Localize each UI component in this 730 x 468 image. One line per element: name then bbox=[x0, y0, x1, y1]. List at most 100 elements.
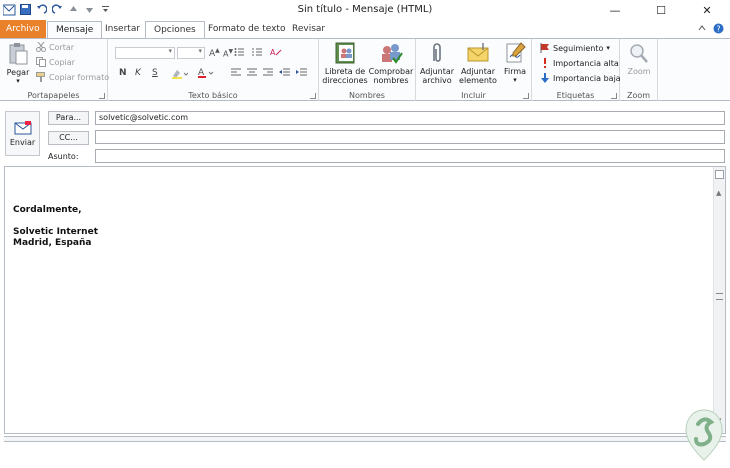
copy-icon bbox=[36, 57, 46, 67]
shrink-font-icon[interactable]: A▼ bbox=[223, 48, 233, 59]
message-body[interactable]: Cordalmente, Solvetic Internet Madrid, E… bbox=[4, 166, 726, 434]
help-icon[interactable]: ? bbox=[713, 23, 724, 37]
underline-button[interactable]: S bbox=[152, 68, 158, 78]
paste-dropdown-icon[interactable]: ▾ bbox=[4, 77, 32, 86]
check-names-icon bbox=[379, 41, 403, 65]
svg-text:A: A bbox=[270, 48, 276, 57]
bottom-splitter[interactable] bbox=[4, 436, 726, 442]
font-name-dropdown-icon: ▾ bbox=[168, 47, 172, 55]
ribbon-tabs: Archivo Mensaje Insertar Opciones Format… bbox=[0, 20, 730, 39]
group-label-incluir: Incluir bbox=[461, 91, 486, 100]
tab-mensaje[interactable]: Mensaje bbox=[47, 21, 103, 39]
italic-button[interactable]: K bbox=[135, 68, 141, 78]
attach-file-button[interactable]: Adjuntar archivo bbox=[419, 41, 455, 85]
align-left-icon[interactable] bbox=[231, 68, 241, 80]
attach-item-button[interactable]: Adjuntar elemento bbox=[456, 41, 500, 85]
zoom-label: Zoom bbox=[627, 67, 651, 76]
font-dialog-launcher-icon[interactable] bbox=[310, 93, 316, 99]
group-portapapeles: Pegar ▾ Cortar Copiar Copiar formato Por… bbox=[0, 39, 109, 101]
scroll-thumb[interactable] bbox=[716, 293, 723, 300]
signature-icon bbox=[503, 41, 527, 65]
group-label-zoom: Zoom bbox=[626, 91, 651, 100]
cut-button[interactable]: Cortar bbox=[36, 41, 74, 52]
grow-font-icon[interactable]: A▲ bbox=[209, 47, 220, 59]
tab-formato-de-texto[interactable]: Formato de texto bbox=[200, 21, 293, 39]
minimize-ribbon-icon[interactable] bbox=[697, 23, 707, 37]
font-color-icon[interactable]: A bbox=[198, 67, 214, 82]
follow-up-button[interactable]: Seguimiento ▾ bbox=[540, 43, 610, 53]
low-importance-button[interactable]: Importancia baja bbox=[540, 73, 621, 83]
include-dialog-launcher-icon[interactable] bbox=[523, 93, 529, 99]
group-texto-basico: ▾ ▾ A▲ A▼ A N K S A Texto básico bbox=[108, 39, 319, 101]
send-label: Enviar bbox=[9, 138, 36, 147]
group-label-portapapeles: Portapapeles bbox=[27, 91, 80, 100]
tab-archivo[interactable]: Archivo bbox=[0, 20, 46, 39]
copy-button[interactable]: Copiar bbox=[36, 57, 75, 67]
format-painter-label: Copiar formato bbox=[49, 72, 110, 82]
paste-button[interactable]: Pegar ▾ bbox=[4, 42, 32, 86]
ribbon-right-controls: ? bbox=[697, 23, 724, 37]
group-label-nombres: Nombres bbox=[349, 91, 385, 100]
maximize-button[interactable]: ☐ bbox=[638, 0, 684, 20]
cc-button[interactable]: CC... bbox=[48, 131, 89, 145]
zoom-button[interactable]: Zoom bbox=[622, 41, 656, 76]
to-field[interactable]: solvetic@solvetic.com bbox=[95, 111, 725, 125]
message-header: Enviar Para... CC... Asunto: solvetic@so… bbox=[0, 102, 730, 164]
bold-button[interactable]: N bbox=[119, 68, 127, 78]
body-line: Madrid, España bbox=[13, 238, 92, 248]
font-size-select[interactable]: ▾ bbox=[177, 47, 205, 59]
envelope-attach-icon bbox=[466, 41, 490, 65]
bullets-icon[interactable] bbox=[234, 47, 245, 60]
format-painter-icon bbox=[36, 72, 46, 82]
send-button[interactable]: Enviar bbox=[5, 111, 40, 156]
window-controls: — ☐ ✕ bbox=[592, 0, 730, 20]
body-line: Solvetic Internet bbox=[13, 227, 98, 237]
numbering-icon[interactable] bbox=[252, 47, 263, 60]
title-bar: Sin título - Mensaje (HTML) — ☐ ✕ bbox=[0, 0, 730, 20]
ruler-toggle-icon[interactable] bbox=[715, 170, 724, 179]
decrease-indent-icon[interactable] bbox=[279, 68, 290, 80]
group-nombres: Libreta de direcciones Comprobar nombres… bbox=[319, 39, 416, 101]
scissors-icon bbox=[36, 41, 46, 52]
solvetic-logo-watermark bbox=[684, 406, 724, 464]
attach-file-label: Adjuntar archivo bbox=[419, 67, 455, 85]
paste-label: Pegar bbox=[6, 68, 30, 77]
address-book-icon bbox=[333, 41, 357, 65]
scroll-up-icon[interactable]: ▲ bbox=[716, 189, 721, 197]
clear-formatting-icon[interactable]: A bbox=[270, 47, 282, 60]
group-label-texto-basico: Texto básico bbox=[188, 91, 238, 100]
low-importance-icon bbox=[540, 73, 550, 83]
close-button[interactable]: ✕ bbox=[684, 0, 730, 20]
tab-revisar[interactable]: Revisar bbox=[284, 21, 333, 39]
check-names-label: Comprobar nombres bbox=[368, 67, 414, 85]
paperclip-icon bbox=[425, 41, 449, 65]
tab-opciones[interactable]: Opciones bbox=[145, 21, 205, 39]
tags-dialog-launcher-icon[interactable] bbox=[611, 93, 617, 99]
format-painter-button[interactable]: Copiar formato bbox=[36, 72, 109, 82]
signature-button[interactable]: Firma ▾ bbox=[500, 41, 530, 85]
align-center-icon[interactable] bbox=[247, 68, 257, 80]
low-importance-label: Importancia baja bbox=[553, 73, 621, 83]
high-importance-label: Importancia alta bbox=[553, 58, 619, 68]
font-name-select[interactable]: ▾ bbox=[115, 47, 175, 59]
body-text[interactable]: Cordalmente, Solvetic Internet Madrid, E… bbox=[13, 205, 98, 249]
clipboard-dialog-launcher-icon[interactable] bbox=[99, 93, 105, 99]
check-names-button[interactable]: Comprobar nombres bbox=[368, 41, 414, 85]
highlight-icon[interactable] bbox=[172, 68, 189, 82]
address-book-button[interactable]: Libreta de direcciones bbox=[322, 41, 368, 85]
to-button[interactable]: Para... bbox=[48, 111, 89, 125]
minimize-button[interactable]: — bbox=[592, 0, 638, 20]
flag-icon bbox=[540, 43, 550, 53]
vertical-scrollbar[interactable]: ▲ ▼ bbox=[713, 167, 725, 433]
svg-text:?: ? bbox=[716, 25, 720, 34]
ribbon-body: Pegar ▾ Cortar Copiar Copiar formato Por… bbox=[0, 38, 730, 101]
increase-indent-icon[interactable] bbox=[296, 68, 307, 80]
signature-label: Firma bbox=[503, 67, 527, 76]
cc-field[interactable] bbox=[95, 130, 725, 144]
tab-insertar[interactable]: Insertar bbox=[97, 21, 148, 39]
magnifier-icon bbox=[627, 41, 651, 65]
high-importance-button[interactable]: Importancia alta bbox=[540, 58, 619, 68]
align-right-icon[interactable] bbox=[263, 68, 273, 80]
signature-dropdown-icon[interactable]: ▾ bbox=[500, 76, 530, 85]
subject-field[interactable] bbox=[95, 149, 725, 163]
